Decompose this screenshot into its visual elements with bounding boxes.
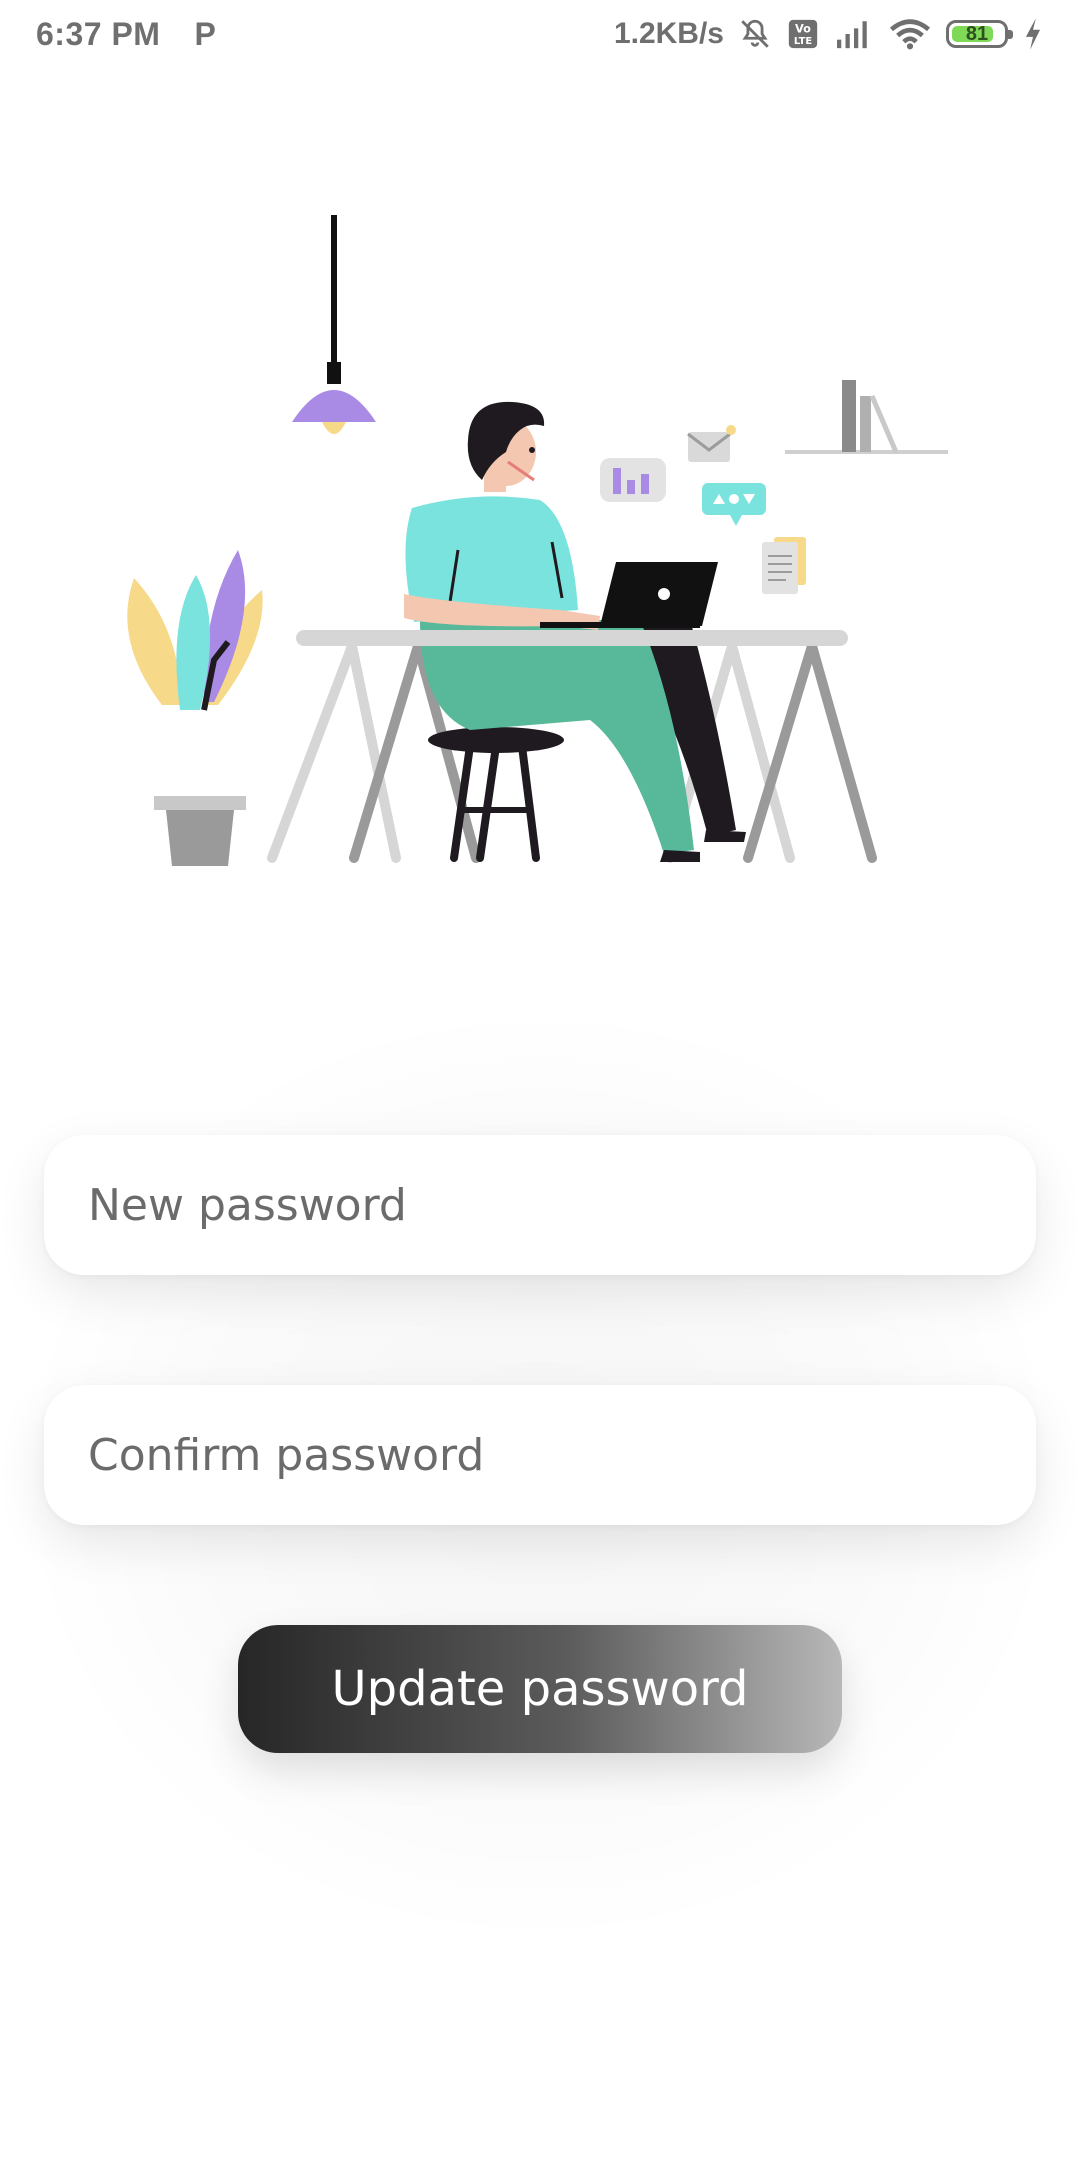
svg-text:Vo: Vo bbox=[795, 22, 811, 36]
mail-icon bbox=[687, 425, 736, 462]
signal-icon bbox=[837, 21, 867, 49]
status-bar: 6:37 PM P 1.2KB/s Vo LTE 81 bbox=[0, 0, 1080, 68]
stool-icon bbox=[428, 727, 564, 862]
volte-icon: Vo LTE bbox=[788, 19, 818, 49]
potted-plant-icon bbox=[127, 550, 263, 866]
status-left: 6:37 PM P bbox=[36, 16, 216, 53]
new-password-input[interactable] bbox=[86, 1178, 1036, 1232]
document-icon bbox=[762, 537, 806, 594]
confirm-password-input[interactable] bbox=[86, 1428, 1036, 1482]
status-time: 6:37 PM bbox=[36, 15, 161, 52]
svg-text:LTE: LTE bbox=[794, 36, 812, 47]
wifi-icon bbox=[889, 19, 931, 50]
chat-bubble-icon bbox=[702, 483, 766, 526]
battery-cap bbox=[1008, 30, 1013, 39]
network-speed: 1.2KB/s bbox=[613, 17, 724, 50]
workspace-illustration bbox=[127, 215, 948, 866]
battery-level: 81 bbox=[965, 22, 989, 45]
bookshelf-icon bbox=[785, 380, 948, 454]
confirm-password-field[interactable] bbox=[44, 1385, 1036, 1525]
desk-top bbox=[296, 630, 848, 646]
parking-app-icon: P bbox=[194, 15, 216, 52]
hanging-lamp-icon bbox=[292, 215, 376, 434]
charging-icon bbox=[1025, 18, 1041, 50]
chart-card-icon bbox=[600, 458, 666, 502]
new-password-field[interactable] bbox=[44, 1135, 1036, 1275]
mute-icon bbox=[741, 19, 769, 48]
battery-icon: 81 bbox=[946, 20, 1013, 48]
status-right: 1.2KB/s Vo LTE 81 bbox=[614, 17, 1044, 51]
update-password-button[interactable]: Update password bbox=[238, 1625, 842, 1753]
